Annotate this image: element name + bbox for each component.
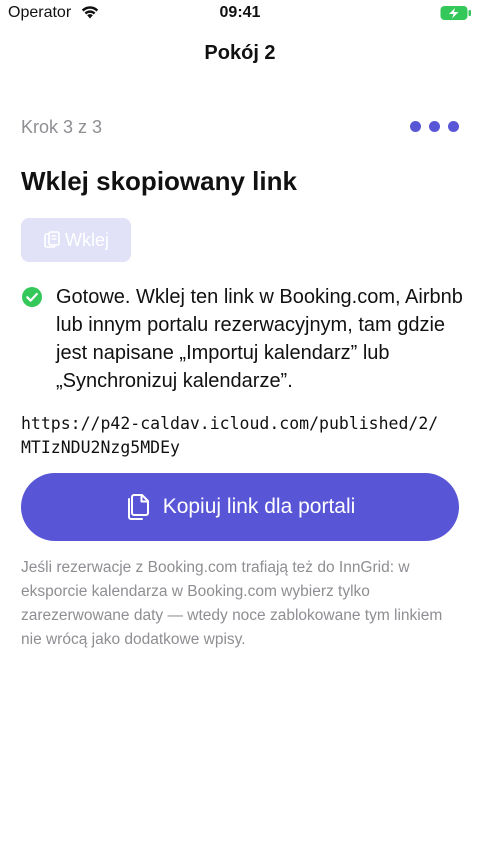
info-note: Jeśli rezerwacje z Booking.com trafiają … bbox=[21, 559, 443, 648]
more-options-button[interactable] bbox=[410, 121, 459, 132]
battery-charging-icon bbox=[440, 6, 471, 20]
clipboard-icon bbox=[44, 231, 60, 248]
calendar-link-line: https://p42-caldav.icloud.com/published/… bbox=[21, 414, 439, 433]
copy-link-button[interactable]: Kopiuj link dla portali bbox=[21, 473, 459, 541]
progress-dot bbox=[429, 121, 440, 132]
progress-dot bbox=[448, 121, 459, 132]
copy-link-button-label: Kopiuj link dla portali bbox=[162, 495, 356, 518]
checkmark-circle-icon bbox=[22, 287, 42, 307]
copy-document-icon bbox=[127, 494, 149, 520]
paste-button-label: Wklej bbox=[65, 229, 109, 250]
success-message: Gotowe. Wklej ten link w Booking.com, Ai… bbox=[21, 283, 466, 395]
calendar-link: https://p42-caldav.icloud.com/published/… bbox=[21, 412, 466, 460]
success-text: Gotowe. Wklej ten link w Booking.com, Ai… bbox=[56, 286, 463, 392]
step-indicator-label: Krok 3 z 3 bbox=[21, 117, 103, 137]
status-bar: Operator 09:41 bbox=[0, 0, 480, 28]
step-heading: Wklej skopiowany link bbox=[21, 166, 297, 196]
calendar-link-line: MTIzNDU2Nzg5MDEy bbox=[21, 438, 180, 457]
progress-dot bbox=[410, 121, 421, 132]
paste-button[interactable]: Wklej bbox=[21, 218, 131, 262]
page-title: Pokój 2 bbox=[204, 42, 276, 64]
status-time: 09:41 bbox=[219, 4, 261, 21]
